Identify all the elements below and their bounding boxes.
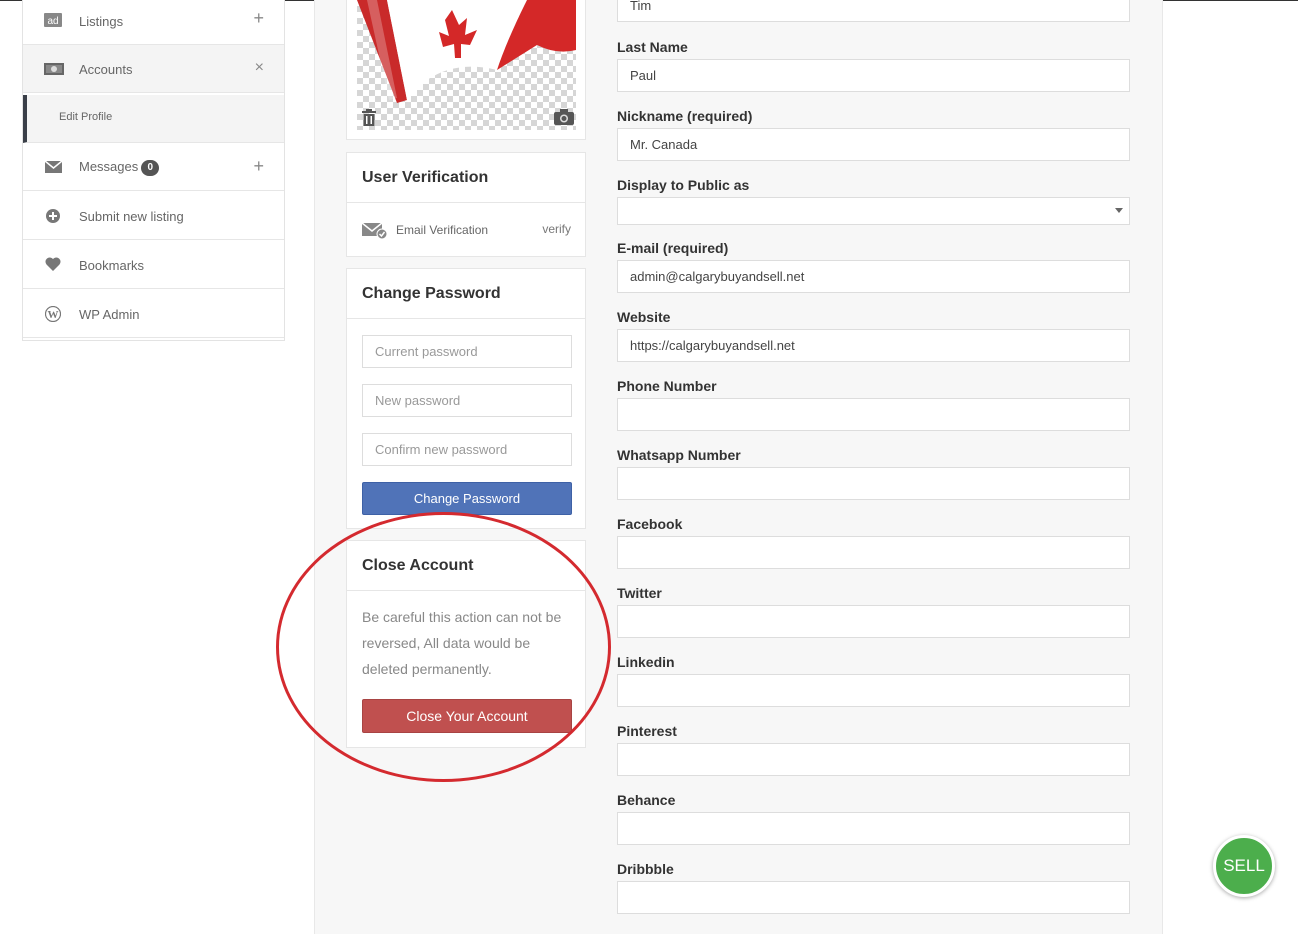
envelope-icon xyxy=(44,160,62,178)
twitter-label: Twitter xyxy=(617,585,662,601)
close-account-warning: Be careful this action can not be revers… xyxy=(362,609,562,677)
current-password-input[interactable] xyxy=(362,335,572,368)
trash-icon[interactable] xyxy=(361,109,379,127)
linkedin-input[interactable] xyxy=(617,674,1130,707)
change-password-button[interactable]: Change Password xyxy=(362,482,572,515)
whatsapp-input[interactable] xyxy=(617,467,1130,500)
svg-text:ad: ad xyxy=(47,16,58,27)
heart-icon xyxy=(44,257,62,275)
dribbble-label: Dribbble xyxy=(617,861,674,877)
facebook-input[interactable] xyxy=(617,536,1130,569)
money-icon xyxy=(44,62,64,80)
display-name-label: Display to Public as xyxy=(617,177,750,193)
sidebar-item-listings[interactable]: ad Listings + xyxy=(23,0,284,45)
sidebar-item-bookmarks[interactable]: Bookmarks xyxy=(23,241,284,289)
linkedin-label: Linkedin xyxy=(617,654,675,670)
expand-icon[interactable]: + xyxy=(253,156,264,177)
sidebar-subitem-label: Edit Profile xyxy=(59,111,113,123)
last-name-label: Last Name xyxy=(617,39,688,55)
avatar-image xyxy=(357,0,576,130)
pinterest-input[interactable] xyxy=(617,743,1130,776)
sell-button[interactable]: SELL xyxy=(1213,835,1275,897)
confirm-password-input[interactable] xyxy=(362,433,572,466)
sidebar-item-submit-listing[interactable]: Submit new listing xyxy=(23,192,284,240)
camera-icon[interactable] xyxy=(554,109,574,127)
first-name-input[interactable] xyxy=(617,0,1130,22)
pinterest-label: Pinterest xyxy=(617,723,677,739)
sidebar-item-label: WP Admin xyxy=(79,307,140,322)
phone-label: Phone Number xyxy=(617,378,717,394)
user-verification-panel: User Verification Email Verification ver… xyxy=(346,152,586,257)
email-label: E-mail (required) xyxy=(617,240,729,256)
dribbble-input[interactable] xyxy=(617,881,1130,914)
email-input[interactable] xyxy=(617,260,1130,293)
email-check-icon xyxy=(361,221,388,244)
chevron-down-icon xyxy=(1115,208,1123,213)
sidebar-item-label: Bookmarks xyxy=(79,258,145,273)
behance-input[interactable] xyxy=(617,812,1130,845)
website-input[interactable] xyxy=(617,329,1130,362)
nickname-input[interactable] xyxy=(617,128,1130,161)
whatsapp-label: Whatsapp Number xyxy=(617,447,741,463)
messages-count-badge: 0 xyxy=(141,160,160,176)
account-sidebar: ad Listings + Accounts × Edit Profile Me… xyxy=(22,0,285,341)
last-name-input[interactable] xyxy=(617,59,1130,92)
sidebar-item-label: Accounts xyxy=(79,62,133,77)
sidebar-item-label: Listings xyxy=(79,14,124,29)
wordpress-icon: W xyxy=(44,305,62,324)
close-account-button[interactable]: Close Your Account xyxy=(362,699,572,733)
plus-circle-icon xyxy=(44,209,62,227)
collapse-icon[interactable]: × xyxy=(255,59,264,77)
new-password-input[interactable] xyxy=(362,384,572,417)
ad-icon: ad xyxy=(44,13,62,31)
panel-header: Change Password xyxy=(347,269,585,319)
change-password-panel: Change Password Change Password xyxy=(346,268,586,529)
sidebar-item-messages[interactable]: Messages 0 + xyxy=(23,143,284,191)
nickname-label: Nickname (required) xyxy=(617,108,753,124)
website-label: Website xyxy=(617,309,671,325)
panel-header: Close Account xyxy=(347,541,585,591)
display-name-select[interactable] xyxy=(617,197,1130,225)
sidebar-subitem-edit-profile[interactable]: Edit Profile xyxy=(23,95,284,143)
canada-flag-image xyxy=(357,0,576,103)
svg-text:W: W xyxy=(48,309,59,321)
twitter-input[interactable] xyxy=(617,605,1130,638)
sidebar-item-accounts[interactable]: Accounts × xyxy=(23,45,284,93)
sidebar-item-label: Messages 0 xyxy=(79,159,160,176)
facebook-label: Facebook xyxy=(617,516,683,532)
verify-link[interactable]: verify xyxy=(542,222,571,236)
expand-icon[interactable]: + xyxy=(253,8,264,29)
close-account-panel: Close Account Be careful this action can… xyxy=(346,540,586,748)
panel-header: User Verification xyxy=(347,153,585,203)
sidebar-item-label: Submit new listing xyxy=(79,209,184,224)
phone-input[interactable] xyxy=(617,398,1130,431)
behance-label: Behance xyxy=(617,792,676,808)
sidebar-item-wp-admin[interactable]: W WP Admin xyxy=(23,290,284,338)
panel-title: User Verification xyxy=(362,169,489,186)
panel-title: Close Account xyxy=(362,557,474,574)
avatar-panel xyxy=(346,0,586,140)
email-verification-label: Email Verification xyxy=(396,223,489,237)
panel-title: Change Password xyxy=(362,285,501,302)
profile-main: User Verification Email Verification ver… xyxy=(314,0,1163,934)
email-verification-row: Email Verification verify xyxy=(347,204,585,256)
